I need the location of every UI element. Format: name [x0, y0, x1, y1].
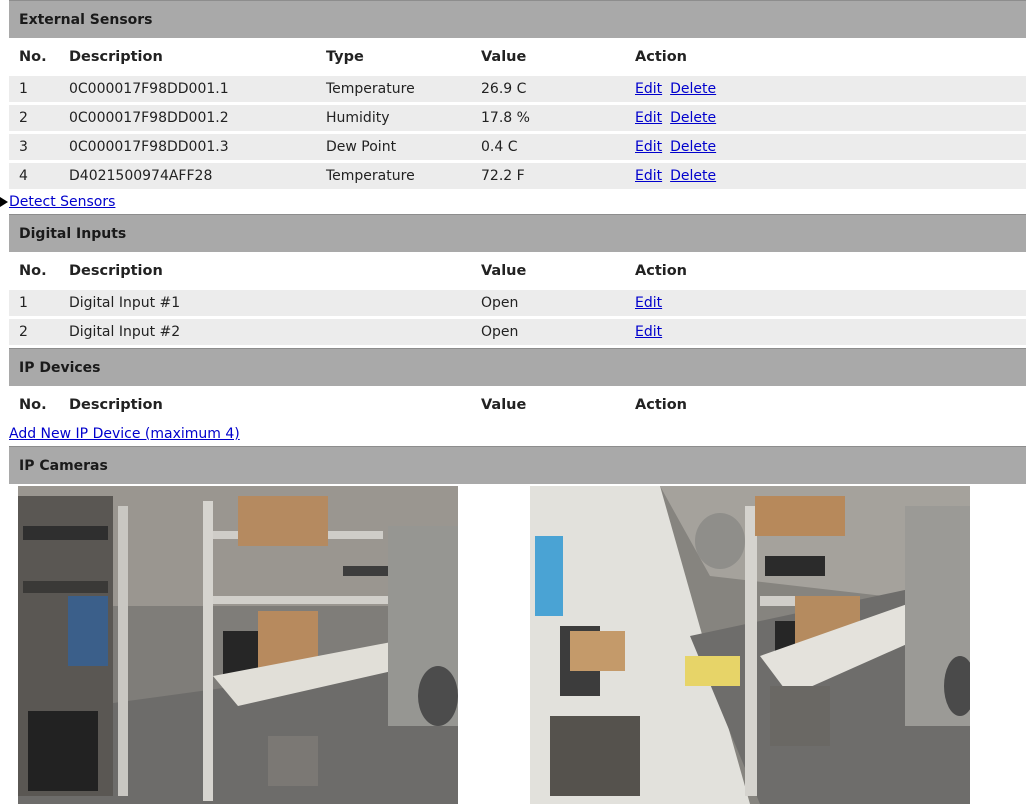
row-type: Dew Point: [326, 139, 397, 155]
row-no: 2: [19, 324, 28, 340]
row-value: 26.9 C: [481, 81, 527, 97]
row-no: 1: [19, 81, 28, 97]
ip-cameras-header: IP Cameras: [9, 446, 1026, 484]
row-type: Temperature: [326, 168, 415, 184]
row-actions: Edit Delete: [635, 134, 716, 160]
row-actions: Edit Delete: [635, 105, 716, 131]
col-value: Value: [481, 397, 527, 413]
camera-feed-2[interactable]: [530, 486, 970, 804]
edit-link[interactable]: Edit: [635, 81, 662, 97]
table-row: 1 Digital Input #1 Open Edit: [9, 290, 1026, 316]
col-action: Action: [635, 397, 688, 413]
col-action: Action: [635, 49, 688, 65]
sensor-page: External Sensors No. Description Type Va…: [0, 0, 1026, 804]
row-value: 0.4 C: [481, 139, 518, 155]
arrow-right-icon: [0, 197, 8, 207]
camera-feed-2-image: [530, 486, 970, 804]
edit-link[interactable]: Edit: [635, 168, 662, 184]
row-actions: Edit Delete: [635, 76, 716, 102]
digital-inputs-column-headers: No. Description Value Action: [9, 252, 1026, 290]
edit-link[interactable]: Edit: [635, 110, 662, 126]
edit-link[interactable]: Edit: [635, 139, 662, 155]
detect-sensors-row: Detect Sensors: [0, 192, 1026, 214]
col-value: Value: [481, 49, 527, 65]
edit-link[interactable]: Edit: [635, 295, 662, 311]
col-no: No.: [19, 49, 47, 65]
delete-link[interactable]: Delete: [670, 81, 716, 97]
col-action: Action: [635, 263, 688, 279]
row-no: 3: [19, 139, 28, 155]
add-ip-device-link[interactable]: Add New IP Device (maximum 4): [9, 426, 240, 442]
row-type: Temperature: [326, 81, 415, 97]
col-description: Description: [69, 397, 163, 413]
add-ip-device-row: Add New IP Device (maximum 4): [9, 424, 1026, 446]
row-description: Digital Input #2: [69, 324, 181, 340]
row-type: Humidity: [326, 110, 390, 126]
table-row: 3 0C000017F98DD001.3 Dew Point 0.4 C Edi…: [9, 134, 1026, 160]
table-row: 1 0C000017F98DD001.1 Temperature 26.9 C …: [9, 76, 1026, 102]
row-value: 72.2 F: [481, 168, 525, 184]
table-row: 4 D4021500974AFF28 Temperature 72.2 F Ed…: [9, 163, 1026, 189]
row-value: 17.8 %: [481, 110, 530, 126]
external-sensors-column-headers: No. Description Type Value Action: [9, 38, 1026, 76]
table-row: 2 0C000017F98DD001.2 Humidity 17.8 % Edi…: [9, 105, 1026, 131]
table-row: 2 Digital Input #2 Open Edit: [9, 319, 1026, 345]
row-description: Digital Input #1: [69, 295, 181, 311]
col-type: Type: [326, 49, 364, 65]
camera-feed-1-image: [18, 486, 458, 804]
row-no: 1: [19, 295, 28, 311]
ip-devices-column-headers: No. Description Value Action: [9, 386, 1026, 424]
delete-link[interactable]: Delete: [670, 110, 716, 126]
row-actions: Edit Delete: [635, 163, 716, 189]
row-no: 2: [19, 110, 28, 126]
col-no: No.: [19, 397, 47, 413]
row-value: Open: [481, 324, 519, 340]
camera-feed-1[interactable]: [18, 486, 458, 804]
col-description: Description: [69, 49, 163, 65]
row-description: D4021500974AFF28: [69, 168, 213, 184]
ip-cameras-panel: [9, 484, 1026, 804]
delete-link[interactable]: Delete: [670, 168, 716, 184]
col-value: Value: [481, 263, 527, 279]
row-actions: Edit: [635, 290, 662, 316]
row-description: 0C000017F98DD001.2: [69, 110, 229, 126]
external-sensors-header: External Sensors: [9, 0, 1026, 38]
ip-devices-header: IP Devices: [9, 348, 1026, 386]
row-description: 0C000017F98DD001.3: [69, 139, 229, 155]
col-no: No.: [19, 263, 47, 279]
row-description: 0C000017F98DD001.1: [69, 81, 229, 97]
row-value: Open: [481, 295, 519, 311]
edit-link[interactable]: Edit: [635, 324, 662, 340]
row-actions: Edit: [635, 319, 662, 345]
delete-link[interactable]: Delete: [670, 139, 716, 155]
col-description: Description: [69, 263, 163, 279]
detect-sensors-link[interactable]: Detect Sensors: [9, 194, 115, 210]
row-no: 4: [19, 168, 28, 184]
digital-inputs-header: Digital Inputs: [9, 214, 1026, 252]
